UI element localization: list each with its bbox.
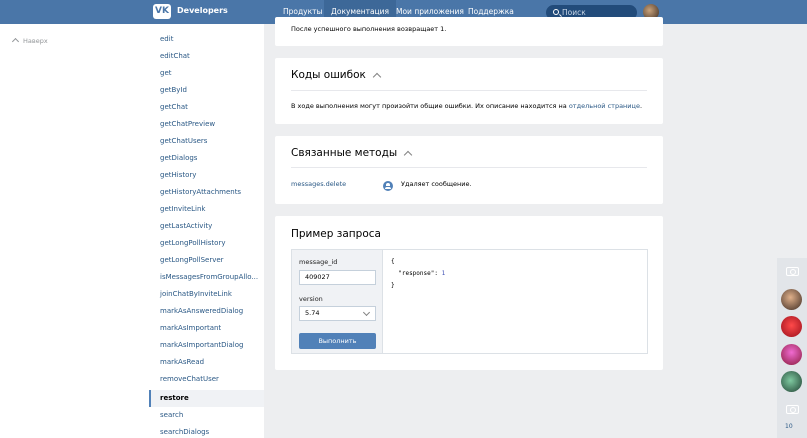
search-icon (553, 9, 559, 15)
users-icon (383, 181, 393, 191)
chevron-up-icon (372, 72, 382, 82)
divider (291, 90, 647, 91)
result-card: После успешного выполнения возвращает 1. (275, 17, 663, 46)
response-key: "response" (398, 270, 435, 277)
version-value: 5.74 (305, 309, 320, 317)
contact-avatar[interactable] (781, 316, 802, 337)
response-colon: : (434, 270, 442, 277)
run-button[interactable]: Выполнить (299, 333, 376, 349)
response-line: "response": 1 (391, 268, 445, 280)
menu-item-getlastactivity[interactable]: getLastActivity (149, 218, 264, 235)
request-form: message_id 409027 version 5.74 Выполнить (292, 250, 383, 353)
related-method-link[interactable]: messages.delete (291, 180, 346, 188)
contact-avatar[interactable] (781, 344, 802, 365)
camera-icon[interactable] (786, 267, 799, 276)
menu-item-joinchatbyinvitelink[interactable]: joinChatByInviteLink (149, 286, 264, 303)
version-label: version (299, 295, 323, 303)
brand-title[interactable]: Developers (177, 6, 228, 15)
menu-item-markasanswereddialog[interactable]: markAsAnsweredDialog (149, 303, 264, 320)
menu-item-editchat[interactable]: editChat (149, 48, 264, 65)
related-methods-card: Связанные методы messages.delete Удаляет… (275, 136, 663, 204)
menu-item-getchat[interactable]: getChat (149, 99, 264, 116)
errors-text-before: В ходе выполнения могут произойти общие … (291, 102, 569, 110)
camera-icon[interactable] (786, 405, 799, 414)
errors-page-link[interactable]: отдельной странице (569, 102, 640, 110)
errors-title[interactable]: Коды ошибок (291, 69, 382, 82)
message-id-input[interactable]: 409027 (299, 270, 376, 285)
menu-item-getdialogs[interactable]: getDialogs (149, 150, 264, 167)
contact-avatar[interactable] (781, 371, 802, 392)
vk-logo-icon[interactable]: VK (153, 4, 171, 19)
menu-item-removechatuser[interactable]: removeChatUser (149, 371, 264, 388)
right-rail: 10 (777, 258, 807, 438)
related-method-description: Удаляет сообщение. (401, 180, 472, 188)
errors-text-after: . (639, 102, 643, 110)
menu-item-markasimportant[interactable]: markAsImportant (149, 320, 264, 337)
errors-title-text: Коды ошибок (291, 69, 366, 81)
menu-item-getlongpollhistory[interactable]: getLongPollHistory (149, 235, 264, 252)
menu-item-markasread[interactable]: markAsRead (149, 354, 264, 371)
errors-card: Коды ошибок В ходе выполнения могут прои… (275, 58, 663, 124)
request-example-card: Пример запроса message_id 409027 version… (275, 216, 663, 370)
related-title-text: Связанные методы (291, 147, 398, 159)
response-open-brace: { (391, 258, 395, 265)
online-count[interactable]: 10 (785, 423, 793, 430)
menu-item-restore[interactable]: restore (149, 390, 264, 407)
response-close-brace: } (391, 282, 395, 289)
chevron-down-icon (362, 308, 371, 317)
menu-item-search[interactable]: search (149, 407, 264, 424)
menu-item-searchdialogs[interactable]: searchDialogs (149, 424, 264, 438)
menu-item-markasimportantdialog[interactable]: markAsImportantDialog (149, 337, 264, 354)
request-title: Пример запроса (291, 228, 381, 240)
menu-item-getbyid[interactable]: getById (149, 82, 264, 99)
menu-item-getinvitelink[interactable]: getInviteLink (149, 201, 264, 218)
result-text: После успешного выполнения возвращает 1. (291, 25, 447, 33)
request-panel: message_id 409027 version 5.74 Выполнить… (291, 249, 648, 354)
response-output: { "response": 1} (391, 256, 445, 292)
chevron-up-icon (403, 150, 413, 160)
menu-item-getchatusers[interactable]: getChatUsers (149, 133, 264, 150)
menu-item-edit[interactable]: edit (149, 31, 264, 48)
back-to-top-label: Наверх (23, 37, 48, 45)
divider (291, 167, 647, 168)
menu-item-getlongpollserver[interactable]: getLongPollServer (149, 252, 264, 269)
contact-avatar[interactable] (781, 289, 802, 310)
back-to-top-link[interactable]: Наверх (11, 37, 48, 46)
response-value: 1 (441, 270, 446, 277)
version-select[interactable]: 5.74 (299, 306, 376, 321)
menu-item-gethistoryattachments[interactable]: getHistoryAttachments (149, 184, 264, 201)
menu-item-ismessagesfromgroupallowed[interactable]: isMessagesFromGroupAllo... (149, 269, 264, 286)
menu-item-gethistory[interactable]: getHistory (149, 167, 264, 184)
menu-item-getchatpreview[interactable]: getChatPreview (149, 116, 264, 133)
chevron-up-icon (11, 37, 20, 46)
methods-sidebar: edit editChat get getById getChat getCha… (149, 24, 264, 438)
menu-item-get[interactable]: get (149, 65, 264, 82)
related-title[interactable]: Связанные методы (291, 147, 413, 160)
message-id-label: message_id (299, 258, 338, 266)
errors-text: В ходе выполнения могут произойти общие … (291, 102, 642, 110)
left-column (0, 24, 149, 438)
